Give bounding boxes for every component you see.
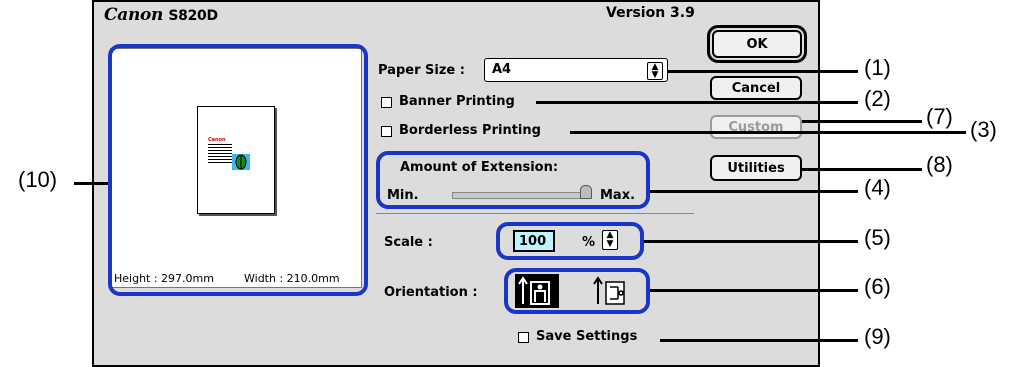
banner-printing-label: Banner Printing — [399, 94, 515, 109]
callout-2: (2) — [864, 86, 891, 111]
version-label: Version 3.9 — [606, 5, 695, 21]
updown-arrows-icon: ▲ ▼ — [647, 62, 663, 80]
utilities-button[interactable]: Utilities — [710, 155, 802, 181]
borderless-printing-label: Borderless Printing — [399, 123, 541, 138]
callout-4: (4) — [864, 175, 891, 200]
section-divider — [376, 213, 694, 214]
scale-label: Scale : — [384, 235, 433, 250]
custom-button[interactable]: Custom — [710, 115, 802, 139]
leader-line-9 — [660, 339, 858, 342]
scale-highlight — [496, 222, 644, 260]
leader-line-10 — [74, 182, 108, 185]
save-settings-label: Save Settings — [536, 329, 638, 344]
ok-button[interactable]: OK — [707, 25, 807, 63]
leader-line-2 — [536, 101, 858, 104]
callout-3: (3) — [970, 117, 997, 142]
preview-highlight — [108, 44, 368, 296]
brand-title: Canon S820D — [104, 5, 218, 25]
leader-line-6 — [650, 289, 858, 292]
callout-7: (7) — [926, 104, 953, 129]
callout-6: (6) — [864, 274, 891, 299]
leader-line-4 — [650, 190, 858, 193]
leader-line-8 — [802, 168, 922, 171]
callout-5: (5) — [864, 225, 891, 250]
banner-printing-checkbox[interactable] — [381, 97, 392, 108]
borderless-printing-checkbox[interactable] — [381, 126, 392, 137]
paper-size-label: Paper Size : — [378, 63, 465, 78]
canon-logo: Canon — [104, 5, 164, 25]
paper-size-select[interactable]: A4 ▲ ▼ — [484, 58, 668, 82]
paper-size-value: A4 — [492, 62, 512, 77]
leader-line-1 — [668, 70, 858, 73]
callout-8: (8) — [926, 152, 953, 177]
cancel-button[interactable]: Cancel — [710, 76, 802, 100]
leader-line-7 — [802, 120, 922, 123]
leader-line-3 — [570, 131, 966, 134]
callout-9: (9) — [864, 324, 891, 349]
model-name: S820D — [168, 8, 218, 24]
leader-line-5 — [644, 240, 858, 243]
extension-highlight — [376, 151, 650, 209]
callout-1: (1) — [864, 55, 891, 80]
orientation-label: Orientation : — [384, 285, 478, 300]
orientation-highlight — [504, 268, 650, 314]
save-settings-checkbox[interactable] — [518, 332, 529, 343]
callout-10: (10) — [18, 167, 58, 192]
